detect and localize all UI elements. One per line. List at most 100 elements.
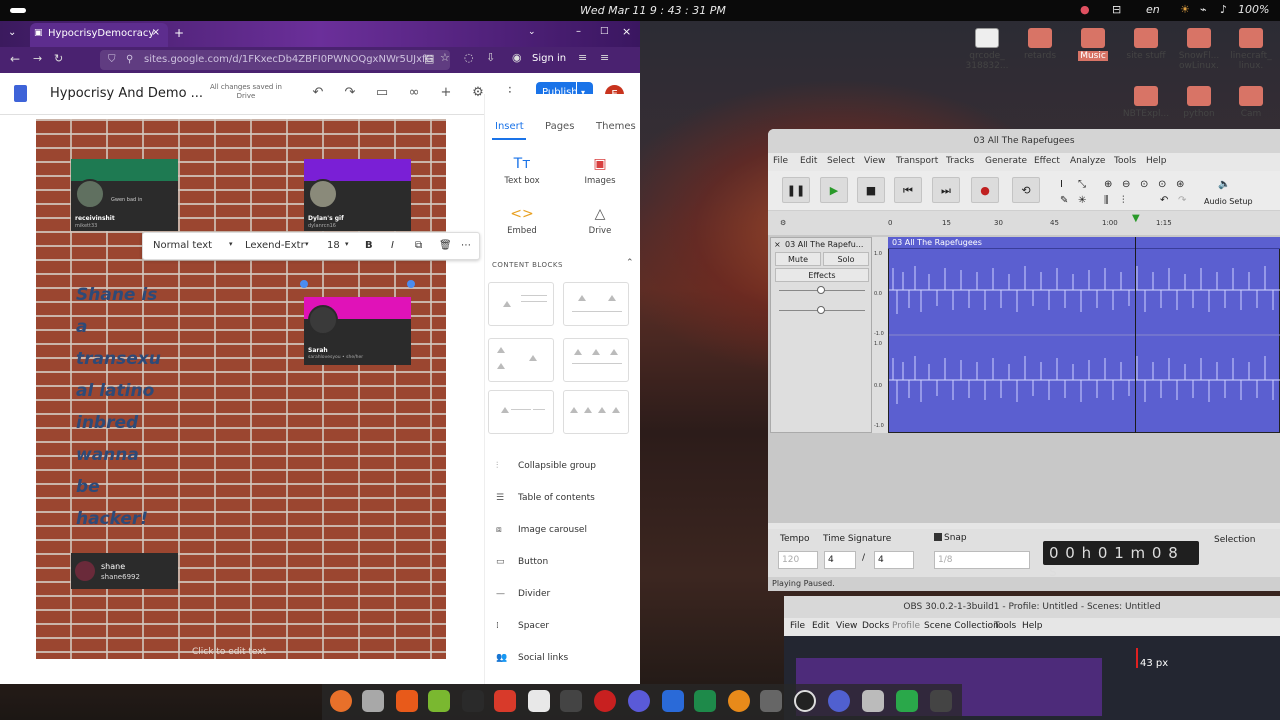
record-button[interactable]: ● <box>971 177 999 203</box>
desktop-icon-retards[interactable]: retards <box>1011 28 1069 61</box>
network-icon[interactable]: ⌁ <box>1200 3 1207 16</box>
text-box[interactable]: Shane is a transexu al latino inbred wan… <box>76 279 206 535</box>
more-horiz-icon[interactable]: ⋯ <box>461 240 471 251</box>
desktop-icon-site-stuff[interactable]: site stuff <box>1117 28 1175 61</box>
content-block-3[interactable] <box>488 338 554 382</box>
menu-transport[interactable]: Transport <box>896 156 938 166</box>
profile-card-sarah[interactable]: Sarah sarahlovesyou • she/her <box>304 297 411 365</box>
content-block-4[interactable] <box>563 338 629 382</box>
component-social-links[interactable]: 👥 Social links <box>496 653 636 663</box>
address-bar[interactable]: ⛉ ⚲ sites.google.com/d/1FKxecDb4ZBFI0PWN… <box>100 50 450 70</box>
menu-analyze[interactable]: Analyze <box>1070 156 1105 166</box>
content-block-6[interactable] <box>563 390 629 434</box>
play-button[interactable]: ▶ <box>820 177 848 203</box>
waveform-clip[interactable] <box>888 237 1280 433</box>
terminal-icon[interactable] <box>462 690 484 712</box>
sites-logo-icon[interactable] <box>14 85 27 102</box>
tray-app-icon[interactable]: ● <box>1080 3 1090 16</box>
multi-tool-icon[interactable]: ✳ <box>1078 195 1086 206</box>
component-spacer[interactable]: ⁞ Spacer <box>496 621 636 631</box>
profile-card-receivinshit[interactable]: Gwen bad in receivinshit mikett33 <box>71 159 178 231</box>
redo-icon[interactable]: ↷ <box>342 85 358 101</box>
tab-overflow-icon[interactable]: ⌄ <box>528 27 536 37</box>
page-canvas[interactable]: Gwen bad in receivinshit mikett33 Dylan'… <box>36 119 446 659</box>
volume-icon[interactable]: ♪ <box>1220 3 1227 16</box>
desktop-icon-cam[interactable]: Cam <box>1222 86 1280 119</box>
redo-icon[interactable]: ↷ <box>1178 195 1186 206</box>
tempo-input[interactable]: 120 <box>778 551 818 569</box>
desktop-icon-qrcode[interactable]: qrcode_ 318832... <box>958 28 1016 71</box>
snap-checkbox[interactable] <box>934 533 942 541</box>
font-dropdown[interactable]: Lexend-Extr <box>245 240 305 251</box>
clip-title[interactable]: 03 All The Rapefugees <box>888 237 1280 249</box>
extensions-icon[interactable]: ≡ <box>578 51 587 64</box>
obs-icon[interactable] <box>794 690 816 712</box>
insert-images[interactable]: ▣ Images <box>570 156 630 186</box>
obs-menu-help[interactable]: Help <box>1022 621 1043 631</box>
pan-slider-handle[interactable] <box>817 306 825 314</box>
paragraph-style-dropdown[interactable]: Normal text <box>153 240 212 251</box>
content-block-1[interactable] <box>488 282 554 326</box>
obs-menu-scene-collection[interactable]: Scene Collection <box>924 621 999 631</box>
pycharm-icon[interactable] <box>694 690 716 712</box>
menu-tools[interactable]: Tools <box>1114 156 1136 166</box>
collapse-icon[interactable]: ⌃ <box>626 258 634 268</box>
tab-list-icon[interactable]: ⌄ <box>8 27 16 38</box>
insert-embed[interactable]: <> Embed <box>492 206 552 236</box>
minimize-icon[interactable]: – <box>576 26 581 37</box>
component-image-carousel[interactable]: ⧈ Image carousel <box>496 525 636 535</box>
system-monitor-icon[interactable] <box>560 690 582 712</box>
playhead-marker-icon[interactable]: ▼ <box>1132 213 1140 224</box>
track-close-icon[interactable]: × <box>774 240 781 249</box>
chevron-down-icon[interactable]: ▾ <box>229 240 233 248</box>
time-sig-denominator[interactable]: 4 <box>874 551 914 569</box>
bookmark-star-icon[interactable]: ☆ <box>440 51 450 64</box>
language-indicator[interactable]: en <box>1146 3 1160 16</box>
software-store-icon[interactable] <box>396 690 418 712</box>
battery-indicator[interactable]: 100% <box>1238 3 1269 16</box>
component-divider[interactable]: — Divider <box>496 589 636 599</box>
sign-in-link[interactable]: Sign in <box>532 53 566 64</box>
bluetooth-icon[interactable] <box>662 690 684 712</box>
firefox-icon[interactable] <box>330 690 352 712</box>
tab-close-icon[interactable]: × <box>152 27 160 38</box>
menu-view[interactable]: View <box>864 156 885 166</box>
skip-end-button[interactable]: ⏭ <box>932 177 960 203</box>
new-tab-button[interactable]: + <box>174 26 184 40</box>
skip-start-button[interactable]: ⏮ <box>894 177 922 203</box>
tab-insert[interactable]: Insert <box>495 121 524 132</box>
files-icon[interactable] <box>362 690 384 712</box>
reload-icon[interactable]: ↻ <box>54 52 63 65</box>
delete-icon[interactable]: 🗑 <box>439 240 452 251</box>
red-app-icon[interactable] <box>494 690 516 712</box>
insert-text-box[interactable]: Tт Text box <box>492 156 552 186</box>
share-icon[interactable]: + <box>438 85 454 101</box>
fit-project-icon[interactable]: ⊙ <box>1158 179 1166 190</box>
component-button[interactable]: ▭ Button <box>496 557 636 567</box>
click-to-edit-placeholder[interactable]: Click to edit text <box>192 647 266 657</box>
disk-icon[interactable] <box>862 690 884 712</box>
tab-themes[interactable]: Themes <box>596 121 636 132</box>
obs-menu-profile[interactable]: Profile <box>892 621 920 631</box>
desktop-icon-snowflake[interactable]: SnowFl... owLinux. <box>1170 28 1228 71</box>
audacity-icon[interactable] <box>728 690 750 712</box>
selection-tool-icon[interactable]: I <box>1060 179 1063 190</box>
downloads-icon[interactable]: ⇩ <box>486 51 495 64</box>
chevron-down-icon[interactable]: ▾ <box>305 240 309 248</box>
fit-selection-icon[interactable]: ⊙ <box>1140 179 1148 190</box>
draw-tool-icon[interactable]: ✎ <box>1060 195 1068 206</box>
component-table-of-contents[interactable]: ☰ Table of contents <box>496 493 636 503</box>
timeline-ruler[interactable]: ⚙ 0 15 30 45 1:00 1:15 ▼ <box>768 211 1280 235</box>
snap-dropdown[interactable]: 1/8 <box>934 551 1030 569</box>
settings-app-icon[interactable] <box>528 690 550 712</box>
obs-menu-tools[interactable]: Tools <box>994 621 1016 631</box>
activities-button[interactable] <box>10 8 26 13</box>
menu-effect[interactable]: Effect <box>1034 156 1060 166</box>
app-icon[interactable] <box>760 690 782 712</box>
profile-card-shane[interactable]: shane shane6992 <box>71 553 178 589</box>
loop-button[interactable]: ⟲ <box>1012 177 1040 203</box>
vertical-scale[interactable]: 1.0 0.0 -1.0 1.0 0.0 -1.0 <box>872 237 888 433</box>
show-apps-icon[interactable] <box>930 690 952 712</box>
gimp-icon[interactable] <box>594 690 616 712</box>
mute-button[interactable]: Mute <box>775 252 821 266</box>
